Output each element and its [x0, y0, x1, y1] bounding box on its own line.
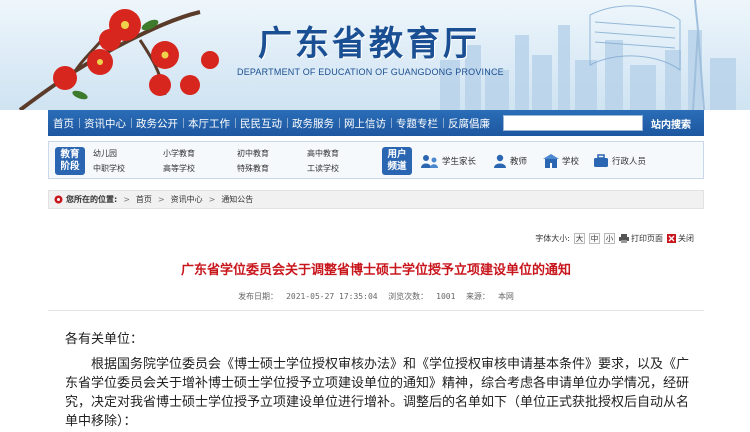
view-count: 1001	[436, 292, 456, 301]
print-button[interactable]: 打印页面	[619, 233, 663, 244]
education-stage-badge: 教育 阶段	[55, 147, 85, 175]
user-link-label: 教师	[510, 157, 528, 167]
article-tools: 字体大小: 大 中 小 打印页面 关闭	[48, 230, 704, 246]
font-size-medium-button[interactable]: 中	[589, 232, 600, 244]
breadcrumb-separator: >	[123, 195, 130, 204]
user-link-parents[interactable]: 学生家长	[421, 154, 476, 168]
user-link-administrators[interactable]: 行政人员	[593, 154, 646, 168]
badge-line: 教育	[60, 149, 80, 160]
font-size-large-button[interactable]: 大	[574, 232, 585, 244]
stage-link-vocational[interactable]: 中职学校	[93, 163, 125, 174]
nav-item-interaction[interactable]: 民民互动	[235, 116, 287, 131]
kapok-flower-illustration	[18, 9, 219, 110]
publish-date: 2021-05-27 17:35:04	[286, 292, 378, 301]
stage-link-senior-high[interactable]: 高中教育	[307, 148, 339, 159]
user-link-label: 行政人员	[612, 157, 647, 167]
breadcrumb-separator: >	[208, 195, 216, 204]
breadcrumb-news[interactable]: 资讯中心	[171, 194, 203, 205]
user-link-label: 学生家长	[442, 157, 477, 167]
printer-icon	[619, 233, 629, 243]
stage-link-kindergarten[interactable]: 幼儿园	[93, 148, 117, 159]
site-banner: 广东省教育厅 DEPARTMENT OF EDUCATION OF GUANGD…	[0, 0, 750, 110]
nav-item-home[interactable]: 首页	[48, 116, 79, 131]
nav-item-open-government[interactable]: 政务公开	[131, 116, 183, 131]
close-button[interactable]: 关闭	[667, 233, 694, 244]
site-subtitle: DEPARTMENT OF EDUCATION OF GUANGDONG PRO…	[237, 67, 504, 77]
main-nav: 首页 资讯中心 政务公开 本厅工作 民民互动 政务服务 网上信访 专题专栏 反腐…	[48, 110, 704, 136]
font-size-label: 字体大小:	[535, 233, 570, 243]
article-paragraph: 根据国务院学位委员会《博士硕士学位授权审核办法》和《学位授权审核申请基本条件》要…	[65, 357, 690, 429]
stage-link-junior-high[interactable]: 初中教育	[237, 148, 269, 159]
teacher-icon	[494, 154, 506, 168]
category-panel: 教育 阶段 幼儿园 小学教育 初中教育 高中教育 中职学校 高等学校 特殊教育 …	[48, 141, 704, 179]
user-link-teachers[interactable]: 教师	[493, 154, 527, 168]
breadcrumb: 您所在的位置: > 首页 > 资讯中心 > 通知公告	[48, 190, 704, 209]
user-channel-badge: 用户 频道	[382, 147, 412, 175]
breadcrumb-separator: >	[157, 195, 165, 204]
print-label: 打印页面	[631, 233, 663, 243]
stage-link-special-ed[interactable]: 特殊教育	[237, 163, 269, 174]
nav-item-topics[interactable]: 专题专栏	[391, 116, 443, 131]
article-meta: 发布日期： 2021-05-27 17:35:04 浏览次数： 1001 来源： 本网	[48, 291, 704, 302]
nav-item-anti-corruption[interactable]: 反腐倡廉	[443, 116, 495, 131]
stage-link-higher-ed[interactable]: 高等学校	[163, 163, 195, 174]
user-link-label: 学校	[562, 157, 580, 167]
article-content: 各有关单位： 根据国务院学位委员会《博士硕士学位授权审核办法》和《学位授权审核申…	[65, 330, 695, 431]
source-label: 来源：	[465, 292, 490, 301]
briefcase-icon	[594, 154, 608, 167]
breadcrumb-label: 您所在的位置:	[66, 195, 118, 204]
divider	[48, 310, 704, 311]
nav-item-petition[interactable]: 网上信访	[339, 116, 391, 131]
parent-icon	[421, 155, 438, 168]
article-title: 广东省学位委员会关于调整省博士硕士学位授予立项建设单位的通知	[180, 263, 571, 278]
school-icon	[543, 154, 559, 168]
font-size-small-button[interactable]: 小	[604, 232, 615, 244]
search-input[interactable]	[503, 115, 643, 131]
close-icon	[667, 233, 676, 243]
stage-link-reform-school[interactable]: 工读学校	[307, 163, 339, 174]
article-greeting: 各有关单位：	[65, 332, 144, 347]
badge-line: 频道	[387, 161, 407, 172]
search-button[interactable]: 站内搜索	[651, 116, 691, 131]
publish-label: 发布日期：	[238, 292, 279, 301]
badge-line: 阶段	[60, 161, 80, 172]
close-label: 关闭	[678, 233, 694, 243]
source-value: 本网	[497, 292, 514, 301]
stage-link-primary[interactable]: 小学教育	[163, 148, 195, 159]
breadcrumb-home[interactable]: 首页	[136, 194, 152, 205]
nav-item-news[interactable]: 资讯中心	[79, 116, 131, 131]
badge-line: 用户	[387, 149, 407, 160]
user-link-schools[interactable]: 学校	[543, 154, 579, 168]
nav-item-department-work[interactable]: 本厅工作	[183, 116, 235, 131]
breadcrumb-notices[interactable]: 通知公告	[221, 194, 253, 205]
site-title: 广东省教育厅	[258, 24, 480, 64]
views-label: 浏览次数：	[388, 292, 429, 301]
location-icon	[54, 195, 63, 204]
nav-item-services[interactable]: 政务服务	[287, 116, 339, 131]
